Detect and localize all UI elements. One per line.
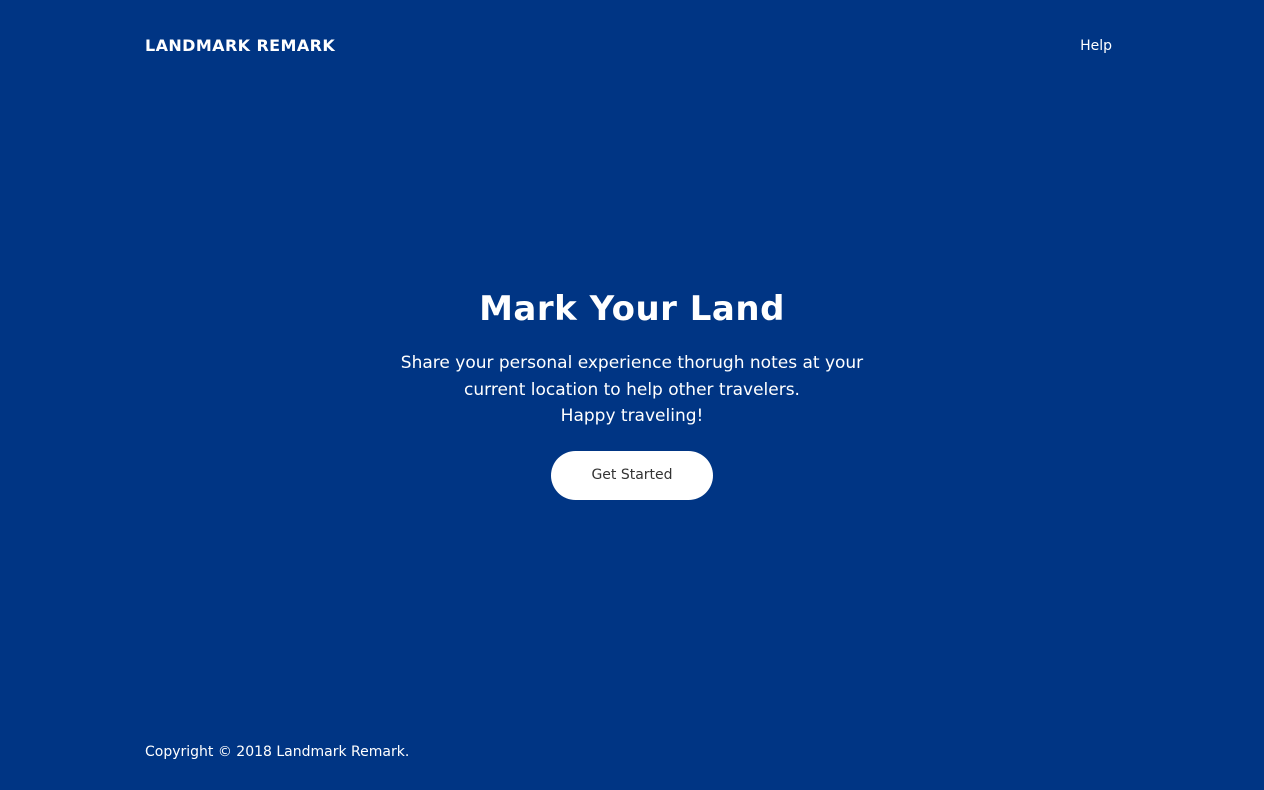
hero-description-line: current location to help other travelers… [464,379,800,400]
help-link[interactable]: Help [1080,36,1112,56]
footer-copyright: Copyright © 2018 Landmark Remark. [145,744,410,760]
hero-section: Mark Your Land Share your personal exper… [0,284,1264,500]
hero-title: Mark Your Land [479,289,785,329]
brand-logo-link[interactable]: LANDMARK REMARK [145,35,335,57]
hero-description-line: Share your personal experience thorugh n… [400,353,864,373]
get-started-button[interactable]: Get Started [551,450,713,500]
landing-page: LANDMARK REMARK Help Mark Your Land Shar… [0,0,1264,790]
hero-description-line: Happy traveling! [560,406,704,426]
hero-description: Share your personal experience thorugh n… [0,350,1264,430]
